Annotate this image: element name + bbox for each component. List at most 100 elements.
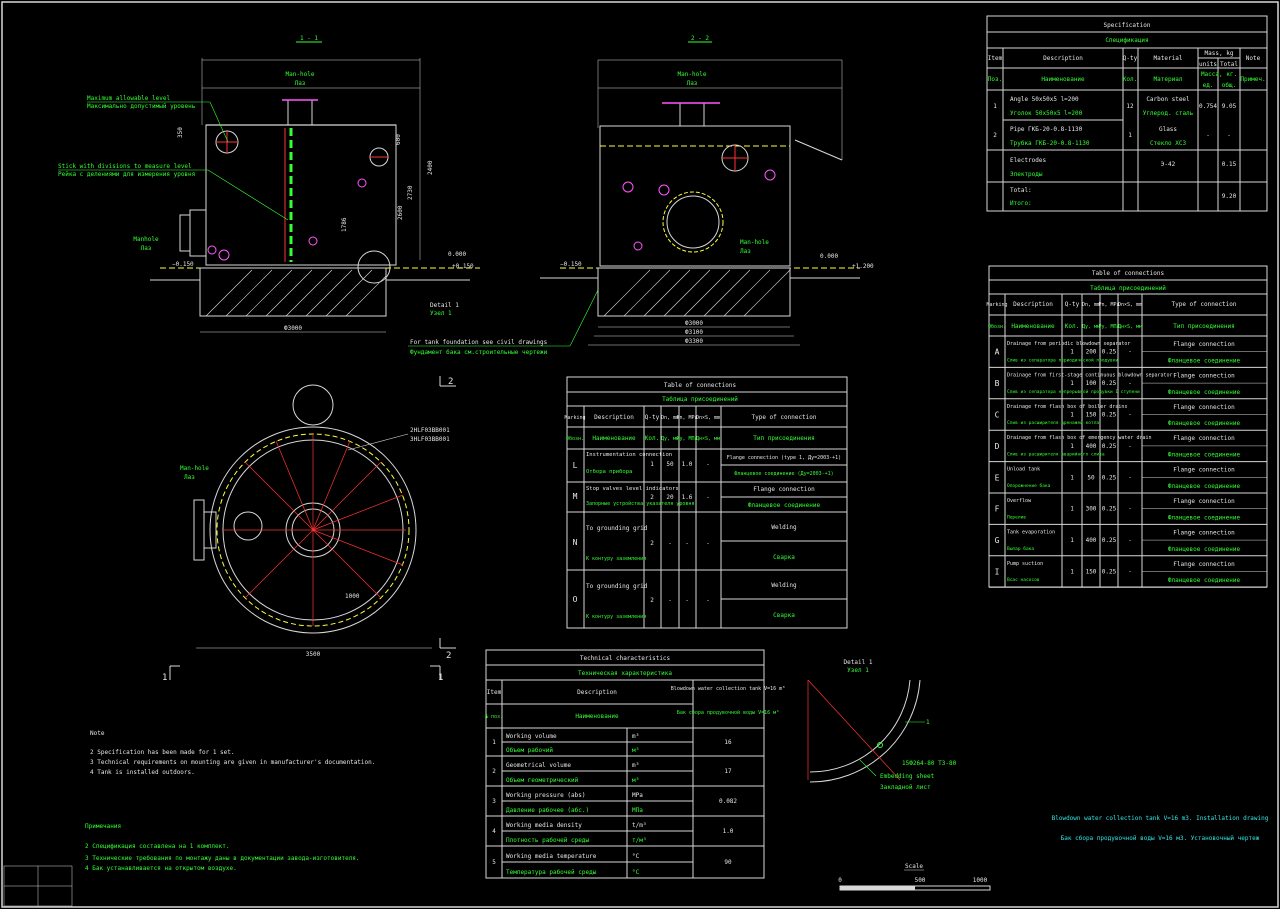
conn-mid-row-o-desc: To grounding grid — [586, 583, 648, 590]
conn-right-row-dn: 150 — [1086, 412, 1097, 419]
sec11-manhole-top-label-ru: Лаз — [295, 80, 306, 87]
conn-right-h-pn: Pn, MPa — [1098, 302, 1119, 308]
sec11-foundation-note-ru: Фундамент бака см.строительные чертежи — [410, 349, 548, 356]
conn-right-row-type: Flange connection — [1173, 435, 1235, 442]
sec11-elev-neg: −0.150 — [172, 261, 194, 268]
tech-row-desc-ru: Плотность рабочей среды — [506, 837, 589, 844]
conn-right-row-desc_ru: Слив из сепаратора периодической продувк… — [1007, 357, 1118, 363]
conn-mid-h-type: Type of connection — [751, 414, 816, 421]
notes-ru-item-2: 3 Технические требования по монтажу даны… — [85, 855, 360, 862]
tech-h-item-ru: № поз. — [485, 714, 503, 720]
plan-section-mark-2-bottom: 2 — [446, 651, 451, 661]
sec11-dim-600: 600 — [395, 134, 402, 145]
sec22-elev-neg: −0.150 — [560, 261, 582, 268]
conn-right-row-pn: 0.25 — [1102, 412, 1117, 419]
conn-mid-row-m-type-ru: Фланцевое соединение — [748, 502, 821, 509]
conn-right-row-qty: 1 — [1070, 443, 1074, 450]
sec11-detail-label: Detail 1 — [430, 302, 459, 309]
detail-embed-label-ru: Закладной лист — [880, 784, 931, 791]
plan-section-mark-1-right: 1 — [438, 673, 443, 683]
conn-mid-row-n-dn: - — [668, 540, 672, 547]
tech-row-value: 90 — [724, 859, 732, 866]
spec-row-1-material: Carbon steel — [1146, 96, 1190, 103]
conn-right-row-qty: 1 — [1070, 537, 1074, 544]
tech-h-tank: Blowdown water collection tank V=16 m³ — [671, 686, 785, 692]
spec-row-2-material-ru: Стекло ХС3 — [1150, 140, 1187, 147]
spec-header-units: units — [1199, 61, 1217, 68]
detail-callout-1: 1 — [926, 719, 930, 726]
conn-right-row-type: Flange connection — [1173, 372, 1235, 379]
plan-tag-3hlf: 3HLF03BB001 — [410, 436, 450, 443]
conn-right-row-type: Flange connection — [1173, 498, 1235, 505]
spec-row-1-qty: 12 — [1126, 103, 1134, 110]
spec-row-1-total: 9.05 — [1222, 103, 1237, 110]
spec-row-1-desc: Angle 50x50x5 l=200 — [1010, 96, 1079, 103]
tech-title: Technical characteristics — [580, 655, 671, 662]
conn-mid-row-l-desc-ru: Отбора прибора — [586, 468, 632, 475]
tech-row-desc: Working pressure (abs) — [506, 792, 585, 799]
conn-mid-row-o-pn: - — [685, 597, 689, 604]
conn-right-rows: A Drainage from periodic blowdown separat… — [989, 341, 1267, 588]
conn-right-hru-dn: Ду, мм — [1082, 324, 1100, 330]
conn-right-title: Table of connections — [1092, 270, 1165, 277]
specification-table: Specification Спецификация Item Descript… — [986, 15, 1268, 212]
conn-mid-row-l-mark: L — [573, 461, 578, 470]
conn-right-row-type_ru: Фланцевое соединение — [1168, 420, 1241, 427]
conn-right-row-qty: 1 — [1070, 506, 1074, 513]
tech-row-desc-ru: Объем геометрический — [506, 777, 579, 784]
sec11-elev-zero: 0.000 — [448, 251, 466, 258]
section-2-2-title: 2 - 2 — [691, 35, 709, 42]
spec-header-material: Material — [1154, 55, 1183, 62]
conn-right-row-type_ru: Фланцевое соединение — [1168, 357, 1241, 364]
conn-right-row-type_ru: Фланцевое соединение — [1168, 546, 1241, 553]
plan-dim-3500: 3500 — [306, 651, 321, 658]
conn-right-row-desc: Unload tank — [1007, 467, 1040, 473]
conn-right-hru-dns: Дн×S, мм — [1118, 324, 1142, 330]
conn-mid-row-n-desc: To grounding grid — [586, 525, 648, 532]
conn-mid-row-m-pn: 1.6 — [682, 494, 693, 501]
plan-view: 3500 1000 Man-hole Лаз 2HLF03BB001 3HLF0… — [162, 376, 456, 683]
conn-right-row-dn: 300 — [1086, 506, 1097, 513]
tech-row-unit: m³ — [632, 762, 639, 769]
section-1-1-view: 1 - 1 Man-hole Лаз Manhole Лаз Maximum a… — [58, 35, 599, 356]
plan-manhole-label-ru: Лаз — [184, 474, 195, 481]
conn-mid-h-mark: Marking — [564, 415, 585, 421]
tech-rows: 1 Working volume Объем рабочий m³ м³ 16 2 Geome… — [492, 733, 737, 876]
tech-row-n: 1 — [492, 739, 496, 746]
plan-manhole-label: Man-hole — [180, 465, 209, 472]
spec-row-2-desc-ru: Трубка ГКБ-20-0.8-1130 — [1010, 140, 1090, 147]
tech-row-value: 17 — [724, 768, 732, 775]
conn-mid-row-o-type: Welding — [771, 582, 797, 589]
conn-mid-row-m-dns: - — [706, 494, 710, 501]
spec-header-units-ru: ед. — [1203, 82, 1214, 89]
tech-row-unit-ru: °С — [632, 869, 640, 876]
conn-right-row-desc_ru: Слив из расширителя дренажей котла — [1007, 420, 1099, 426]
conn-right-h-mark: Marking — [986, 302, 1007, 308]
conn-right-row-desc_ru: Выпар бака — [1007, 545, 1034, 552]
conn-right-row-pn: 0.25 — [1102, 474, 1117, 481]
tech-row-value: 16 — [724, 739, 732, 746]
tech-row-unit: °C — [632, 853, 640, 860]
conn-right-row-qty: 1 — [1070, 412, 1074, 419]
conn-right-row-pn: 0.25 — [1102, 380, 1117, 387]
title-block-en: Blowdown water collection tank V=16 m3. … — [1052, 815, 1269, 822]
spec-row-2-item: 2 — [993, 132, 997, 139]
conn-mid-hru-type: Тип присоединения — [753, 435, 814, 442]
conn-right-row-dns: - — [1128, 349, 1132, 356]
conn-right-row-type: Flange connection — [1173, 404, 1235, 411]
section-1-1-title: 1 - 1 — [300, 35, 318, 42]
conn-right-row-mark: F — [995, 505, 1000, 514]
conn-mid-row-n-type-ru: Сварка — [773, 554, 795, 561]
tech-row-unit-ru: м³ — [632, 747, 639, 754]
sec22-manhole-top-label: Man-hole — [678, 71, 707, 78]
notes-en: Note 2 Specification has been made for 1… — [90, 730, 375, 776]
scale-tick-1000: 1000 — [973, 877, 988, 884]
notes-ru-item-1: 2 Спецификация составлена на 1 комплект. — [85, 843, 230, 850]
sec22-manhole-side-label-ru: Лаз — [740, 248, 751, 255]
spec-row-2-material: Glass — [1159, 126, 1177, 133]
tech-row-desc-ru: Давление рабочее (абс.) — [506, 807, 589, 814]
conn-right-row-dn: 200 — [1086, 349, 1097, 356]
spec-title: Specification — [1104, 22, 1151, 29]
tech-row-unit: MPa — [632, 792, 643, 799]
section-2-2-view: 2 - 2 Man-hole Лаз Man-hole Лаз Ф3000 Ф3… — [540, 35, 874, 346]
